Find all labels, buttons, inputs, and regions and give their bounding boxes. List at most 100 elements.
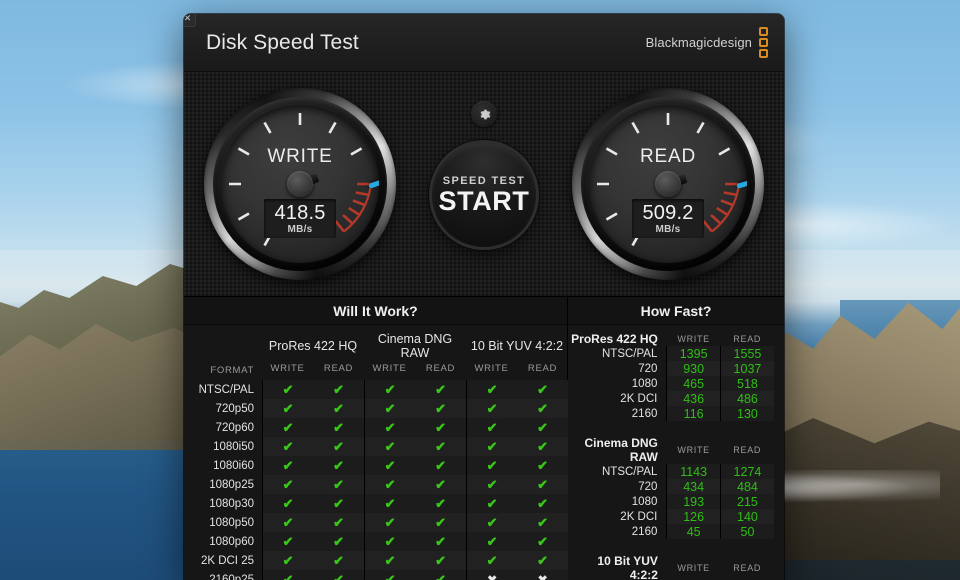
check-icon: ✔	[435, 476, 447, 492]
support-cell: ✔	[313, 437, 364, 456]
group-cells: ✔ ✔	[466, 418, 568, 437]
group-cells: ✔ ✔	[364, 437, 466, 456]
support-cell: ✔	[313, 494, 364, 513]
table-row: 2160p25 ✔ ✔ ✔ ✔ ✖ ✖	[184, 570, 568, 580]
support-cell: ✔	[262, 475, 314, 494]
group-spacer	[568, 421, 774, 436]
results-panels: Will It Work? ProRes 422 HQ Cinema DNG R…	[184, 297, 784, 580]
check-icon: ✔	[486, 552, 498, 568]
write-subheader: WRITE	[677, 445, 710, 455]
group-cells: ✔ ✔	[466, 437, 568, 456]
check-icon: ✔	[435, 381, 447, 397]
support-cell: ✔	[415, 380, 466, 399]
start-button[interactable]: SPEED TEST START	[432, 143, 536, 247]
check-icon: ✔	[282, 552, 294, 568]
check-icon: ✔	[333, 438, 345, 454]
support-cell: ✔	[262, 513, 314, 532]
write-gauge: WRITE 418.5 MB/s	[204, 88, 396, 280]
check-icon: ✔	[282, 514, 294, 530]
read-speed-value: 130	[719, 406, 774, 421]
table-row: 2K DCI 436 486	[568, 391, 774, 406]
table-row: NTSC/PAL 1143 1274	[568, 464, 774, 479]
read-subheader: READ	[733, 445, 762, 455]
group-spacer	[568, 539, 774, 554]
check-icon: ✔	[537, 514, 549, 530]
support-cell: ✔	[466, 456, 518, 475]
group-header-prores: ProRes 422 HQ	[268, 339, 358, 353]
group-cells: ✔ ✔	[262, 532, 364, 551]
read-subheader: READ	[527, 363, 558, 374]
brand-name: Blackmagicdesign	[645, 35, 752, 50]
read-speed-value: 215	[719, 494, 774, 509]
support-cell: ✔	[466, 532, 518, 551]
how-fast-body: ProRes 422 HQ WRITE READ NTSC/PAL 1395 1555 72…	[568, 331, 774, 580]
group-cells: ✔ ✔	[262, 399, 364, 418]
support-cell: ✔	[415, 456, 466, 475]
group-cells: ✔ ✔	[262, 380, 364, 399]
format-label: 1080p30	[209, 497, 254, 510]
read-gauge-label: READ	[640, 146, 696, 168]
write-speed-value: 116	[666, 406, 721, 421]
support-cell: ✔	[517, 437, 568, 456]
gear-icon[interactable]	[471, 101, 497, 127]
write-speed-value: 434	[666, 479, 721, 494]
support-cell: ✖	[466, 570, 518, 580]
support-cell: ✔	[313, 532, 364, 551]
support-cell: ✔	[313, 551, 364, 570]
check-icon: ✔	[435, 438, 447, 454]
check-icon: ✔	[282, 533, 294, 549]
support-cell: ✔	[415, 551, 466, 570]
support-cell: ✔	[262, 418, 314, 437]
check-icon: ✔	[486, 476, 498, 492]
close-icon[interactable]: ✕	[184, 14, 196, 27]
check-icon: ✔	[384, 438, 396, 454]
read-subheader: READ	[425, 363, 456, 374]
group-cells: ✔ ✔	[364, 380, 466, 399]
read-speed-value: 1037	[719, 361, 774, 376]
gauge-face: WRITE 418.5 MB/s	[221, 105, 379, 263]
group-cells: ✔ ✔	[262, 456, 364, 475]
group-cells: ✔ ✔	[262, 437, 364, 456]
check-icon: ✔	[384, 476, 396, 492]
support-cell: ✔	[364, 551, 416, 570]
will-it-work-panel: Will It Work? ProRes 422 HQ Cinema DNG R…	[184, 297, 568, 580]
format-label: 1080p60	[209, 535, 254, 548]
support-cell: ✔	[313, 570, 364, 580]
support-cell: ✔	[415, 418, 466, 437]
check-icon: ✔	[486, 400, 498, 416]
check-icon: ✔	[435, 457, 447, 473]
check-icon: ✔	[435, 533, 447, 549]
group-cells: ✔ ✔	[466, 494, 568, 513]
table-row: 720p50 ✔ ✔ ✔ ✔ ✔ ✔	[184, 399, 568, 418]
format-label: 2K DCI	[620, 392, 658, 405]
format-label: 2K DCI 25	[200, 554, 254, 567]
check-icon: ✔	[537, 495, 549, 511]
read-subheader: READ	[733, 333, 762, 344]
check-icon: ✔	[435, 495, 447, 511]
check-icon: ✔	[435, 419, 447, 435]
support-cell: ✔	[313, 399, 364, 418]
format-label: 720	[638, 362, 658, 375]
table-row: 1080 465 518	[568, 376, 774, 391]
check-icon: ✔	[435, 400, 447, 416]
check-icon: ✔	[537, 476, 549, 492]
table-row: 1080p25 ✔ ✔ ✔ ✔ ✔ ✔	[184, 475, 568, 494]
support-cell: ✔	[466, 513, 518, 532]
support-cell: ✔	[262, 532, 314, 551]
check-icon: ✔	[384, 552, 396, 568]
support-cell: ✔	[313, 513, 364, 532]
format-label: 720	[638, 480, 658, 493]
format-label: 2160	[631, 525, 658, 538]
table-row: 1080i50 ✔ ✔ ✔ ✔ ✔ ✔	[184, 437, 568, 456]
support-cell: ✔	[313, 475, 364, 494]
write-speed-value: 45	[666, 524, 721, 539]
group-cells: ✔ ✔	[262, 475, 364, 494]
will-it-work-table: ProRes 422 HQ Cinema DNG RAW 10 Bit YUV …	[184, 325, 568, 580]
write-gauge-label: WRITE	[267, 146, 333, 168]
check-icon: ✔	[333, 476, 345, 492]
check-icon: ✔	[333, 514, 345, 530]
support-cell: ✖	[517, 570, 568, 580]
support-cell: ✔	[517, 399, 568, 418]
support-cell: ✔	[415, 532, 466, 551]
read-unit: MB/s	[655, 223, 681, 235]
